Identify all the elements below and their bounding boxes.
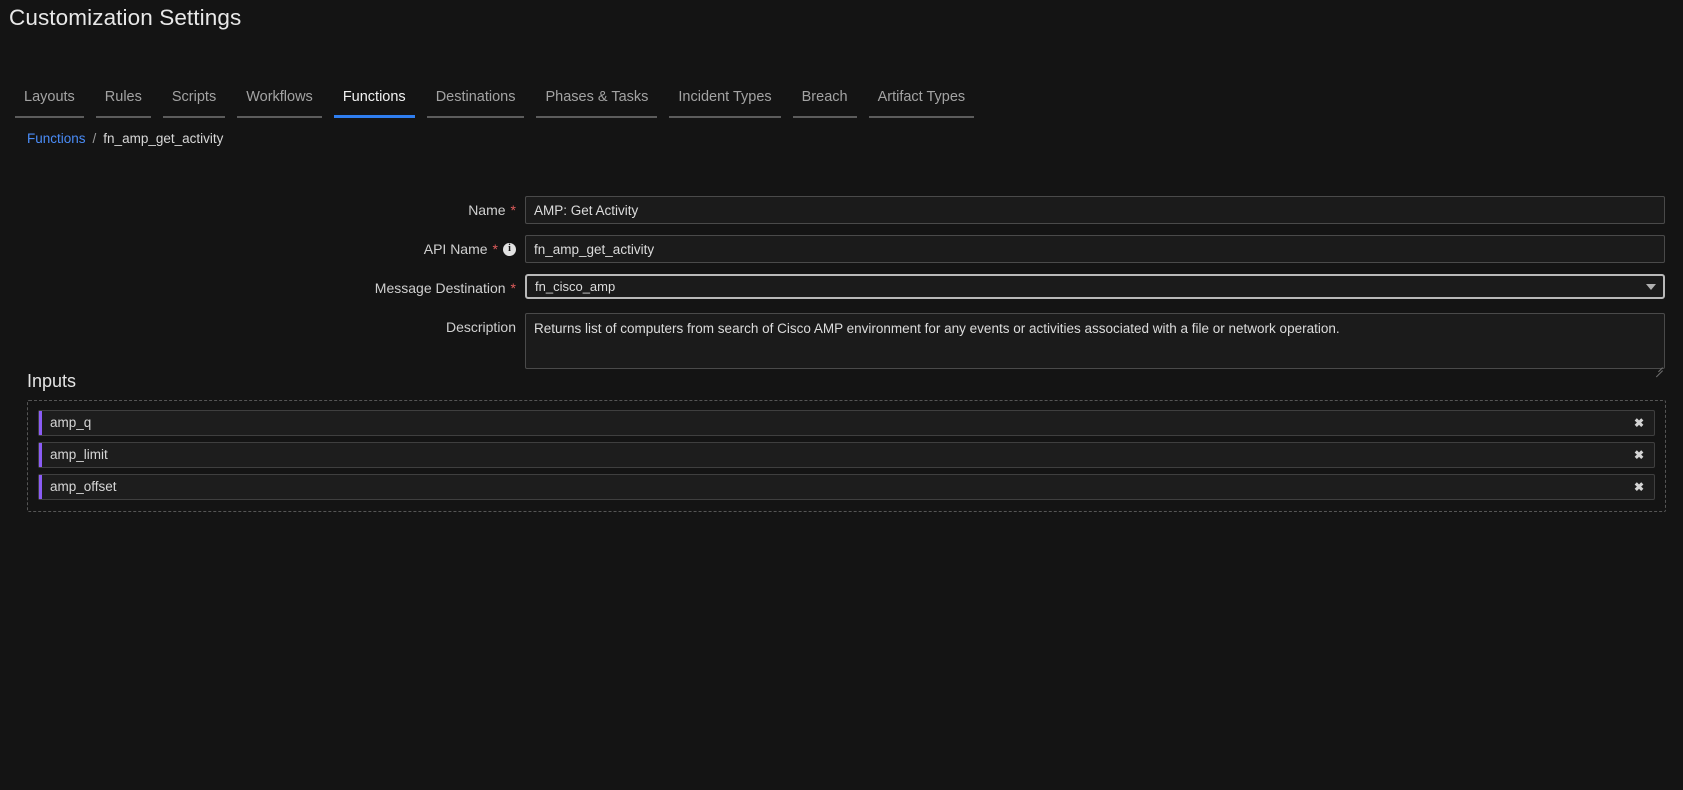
input-accent-bar-icon [39,443,42,467]
input-accent-bar-icon [39,411,42,435]
description-textarea-wrap: Returns list of computers from search of… [525,313,1665,378]
tab-underline [792,116,857,118]
input-name-label: amp_offset [50,479,117,494]
tab-underline [669,116,781,118]
tab-workflows[interactable]: Workflows [231,88,328,118]
message-destination-select[interactable] [525,274,1665,299]
function-form: Name * API Name * i Message Destination … [0,196,1683,385]
tab-underline [95,116,151,118]
tab-label: Layouts [24,89,75,105]
api-name-label: API Name * i [0,235,525,263]
breadcrumb-current: fn_amp_get_activity [103,131,224,146]
tab-label: Breach [801,89,848,105]
description-label: Description [0,313,525,341]
tab-underline [162,116,226,118]
list-item[interactable]: amp_limit ✖ [38,442,1655,468]
breadcrumb-separator: / [92,131,97,146]
customization-settings-page: Customization Settings Layouts Rules Scr… [0,0,1683,790]
page-title: Customization Settings [9,5,242,30]
tab-underline [15,116,84,118]
tab-label: Destinations [435,89,516,105]
name-input[interactable] [525,196,1665,224]
remove-input-icon[interactable]: ✖ [1628,481,1650,493]
tab-incident-types[interactable]: Incident Types [663,88,786,118]
settings-tab-bar: Layouts Rules Scripts Workflows Function… [9,78,980,118]
breadcrumb: Functions / fn_amp_get_activity [27,130,223,147]
description-field-wrap: Returns list of computers from search of… [525,313,1683,378]
tab-label: Artifact Types [877,89,966,105]
input-accent-bar-icon [39,475,42,499]
form-row-description: Description Returns list of computers fr… [0,313,1683,378]
description-label-text: Description [445,319,516,335]
inputs-section: Inputs amp_q ✖ amp_limit ✖ amp_offset ✖ [27,370,1666,512]
list-item[interactable]: amp_q ✖ [38,410,1655,436]
tab-scripts[interactable]: Scripts [157,88,231,118]
message-destination-label: Message Destination * [0,274,525,302]
remove-input-icon[interactable]: ✖ [1628,417,1650,429]
tab-label: Functions [342,89,406,105]
tab-rules[interactable]: Rules [90,88,157,118]
description-textarea[interactable]: Returns list of computers from search of… [525,313,1665,369]
inputs-section-title: Inputs [27,371,77,391]
tab-layouts[interactable]: Layouts [9,88,90,118]
inputs-dropzone[interactable]: amp_q ✖ amp_limit ✖ amp_offset ✖ [27,400,1666,512]
tab-phases-tasks[interactable]: Phases & Tasks [530,88,663,118]
form-row-api-name: API Name * i [0,235,1683,263]
name-label: Name * [0,196,525,224]
tab-label: Phases & Tasks [545,89,649,105]
tab-underline-active [333,115,415,118]
input-name-label: amp_limit [50,447,108,462]
tab-label: Incident Types [678,89,772,105]
message-destination-select-wrap [525,274,1665,299]
tab-artifact-types[interactable]: Artifact Types [863,88,981,118]
tab-label: Rules [104,89,142,105]
tab-underline [426,116,525,118]
tab-destinations[interactable]: Destinations [421,88,531,118]
tab-functions[interactable]: Functions [328,88,421,118]
breadcrumb-link-functions[interactable]: Functions [27,130,86,147]
form-row-name: Name * [0,196,1683,224]
tab-breach[interactable]: Breach [787,88,863,118]
required-indicator: * [510,280,516,296]
info-icon[interactable]: i [503,242,516,256]
tab-underline [536,116,658,118]
api-name-label-text: API Name [423,241,488,257]
required-indicator: * [492,241,498,257]
tab-underline [868,116,975,118]
remove-input-icon[interactable]: ✖ [1628,449,1650,461]
tab-label: Scripts [171,89,217,105]
tab-underline [237,116,322,118]
form-row-message-destination: Message Destination * [0,274,1683,302]
api-name-field-wrap [525,235,1683,263]
tab-label: Workflows [246,89,313,105]
list-item[interactable]: amp_offset ✖ [38,474,1655,500]
message-destination-label-text: Message Destination [374,280,506,296]
message-destination-field-wrap [525,274,1683,299]
name-field-wrap [525,196,1683,224]
name-label-text: Name [468,202,506,218]
required-indicator: * [510,202,516,218]
api-name-input[interactable] [525,235,1665,263]
input-name-label: amp_q [50,415,92,430]
